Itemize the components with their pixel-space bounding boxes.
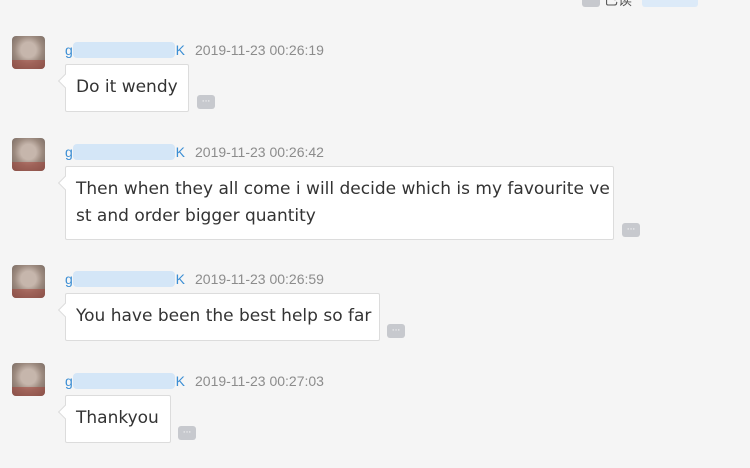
- sender-name[interactable]: g K: [65, 41, 185, 59]
- message-meta: g K 2019-11-23 00:26:59: [65, 270, 324, 288]
- sender-name-start: g: [65, 42, 73, 58]
- avatar[interactable]: [12, 265, 45, 298]
- sender-name-end: K: [175, 373, 185, 389]
- sender-name[interactable]: g K: [65, 372, 185, 390]
- message-text: You have been the best help so far: [76, 306, 372, 326]
- avatar[interactable]: [12, 138, 45, 171]
- redacted-name: [73, 144, 175, 160]
- message-more-button[interactable]: ···: [178, 426, 196, 440]
- message-text-line: st and order bigger quantity: [76, 206, 316, 226]
- sender-name[interactable]: g K: [65, 270, 185, 288]
- sender-name-end: K: [175, 144, 185, 160]
- message-text: Do it wendy: [76, 77, 178, 97]
- message-timestamp: 2019-11-23 00:26:59: [195, 271, 324, 287]
- redacted-name: [73, 42, 175, 58]
- sender-name-start: g: [65, 271, 73, 287]
- message-meta: g K 2019-11-23 00:26:19: [65, 41, 324, 59]
- message-more-button[interactable]: ···: [622, 223, 640, 237]
- sender-name-start: g: [65, 144, 73, 160]
- message-more-button[interactable]: ···: [387, 324, 405, 338]
- sender-name[interactable]: g K: [65, 143, 185, 161]
- message-text-line: Then when they all come i will decide wh…: [76, 179, 610, 199]
- sender-name-end: K: [175, 271, 185, 287]
- redacted-name: [73, 271, 175, 287]
- message-bubble[interactable]: You have been the best help so far: [65, 293, 380, 341]
- avatar[interactable]: [12, 36, 45, 69]
- message-timestamp: 2019-11-23 00:26:19: [195, 42, 324, 58]
- message-meta: g K 2019-11-23 00:26:42: [65, 143, 324, 161]
- read-status: ··· 已读: [582, 0, 698, 9]
- message-bubble[interactable]: Thankyou: [65, 395, 171, 443]
- message-text: Thankyou: [76, 408, 159, 428]
- sender-name-start: g: [65, 373, 73, 389]
- read-status-label: 已读: [604, 0, 632, 9]
- avatar[interactable]: [12, 363, 45, 396]
- message-meta: g K 2019-11-23 00:27:03: [65, 372, 324, 390]
- sender-name-end: K: [175, 42, 185, 58]
- redacted-name: [73, 373, 175, 389]
- message-timestamp: 2019-11-23 00:26:42: [195, 144, 324, 160]
- redacted-box: [642, 0, 698, 7]
- more-options-button[interactable]: ···: [582, 0, 600, 7]
- message-bubble[interactable]: Then when they all come i will decide wh…: [65, 166, 614, 240]
- message-bubble[interactable]: Do it wendy: [65, 64, 189, 112]
- message-timestamp: 2019-11-23 00:27:03: [195, 373, 324, 389]
- message-more-button[interactable]: ···: [197, 95, 215, 109]
